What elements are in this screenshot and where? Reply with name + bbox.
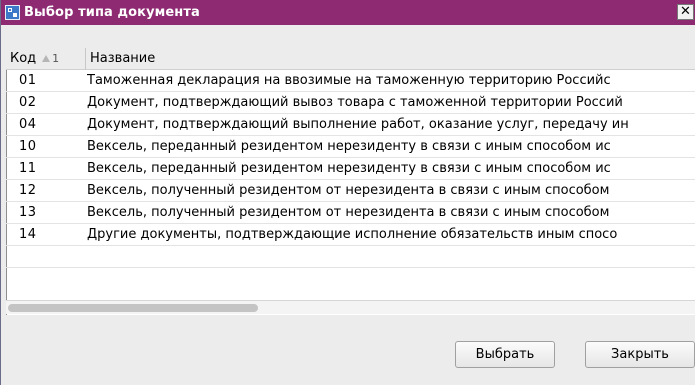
column-header-code-label: Код (10, 51, 37, 66)
table-body: 01 Таможенная декларация на ввозимые на … (6, 70, 695, 268)
table-row[interactable]: 12 Вексель, полученный резидентом от нер… (6, 180, 695, 202)
row-code: 10 (19, 139, 37, 154)
column-header-name[interactable]: Название (86, 51, 155, 66)
table-row[interactable]: 10 Вексель, переданный резидентом нерези… (6, 136, 695, 158)
table-row[interactable]: 13 Вексель, полученный резидентом от нер… (6, 202, 695, 224)
row-code: 02 (19, 95, 37, 110)
row-code: 11 (19, 161, 37, 176)
row-name: Вексель, полученный резидентом от нерези… (87, 205, 610, 220)
column-header-name-label: Название (90, 51, 156, 66)
row-name: Вексель, полученный резидентом от нерези… (87, 183, 610, 198)
column-header-code[interactable]: Код 1 (6, 47, 86, 70)
sort-index: 1 (52, 52, 60, 65)
table-header: Код 1 Название (6, 47, 695, 70)
row-code: 12 (19, 183, 37, 198)
title-bar[interactable]: Выбор типа документа ✕ (1, 0, 695, 25)
row-name: Документ, подтверждающий вывоз товара с … (87, 95, 623, 110)
select-button[interactable]: Выбрать (455, 341, 555, 368)
row-name: Вексель, переданный резидентом нерезиден… (87, 161, 611, 176)
row-code: 04 (19, 117, 37, 132)
horizontal-scrollbar[interactable] (6, 300, 695, 314)
window-title: Выбор типа документа (24, 5, 200, 20)
sort-ascending-icon (42, 55, 51, 62)
row-name: Другие документы, подтверждающие исполне… (87, 227, 618, 242)
row-code: 01 (19, 73, 37, 88)
table-row[interactable]: 02 Документ, подтверждающий вывоз товара… (6, 92, 695, 114)
document-type-icon (5, 5, 20, 20)
scrollbar-thumb[interactable] (8, 304, 258, 312)
row-name: Вексель, переданный резидентом нерезиден… (87, 139, 611, 154)
row-name: Документ, подтверждающий выполнение рабо… (87, 117, 629, 132)
table-row[interactable]: 04 Документ, подтверждающий выполнение р… (6, 114, 695, 136)
row-code: 13 (19, 205, 37, 220)
row-name: Таможенная декларация на ввозимые на там… (87, 73, 611, 88)
table-row[interactable]: 14 Другие документы, подтверждающие испо… (6, 224, 695, 246)
table-row-empty (6, 246, 695, 268)
table-row[interactable]: 01 Таможенная декларация на ввозимые на … (6, 70, 695, 92)
close-window-button[interactable]: ✕ (677, 4, 694, 20)
table-row[interactable]: 11 Вексель, переданный резидентом нерези… (6, 158, 695, 180)
close-button[interactable]: Закрыть (585, 341, 695, 368)
row-code: 14 (19, 227, 37, 242)
